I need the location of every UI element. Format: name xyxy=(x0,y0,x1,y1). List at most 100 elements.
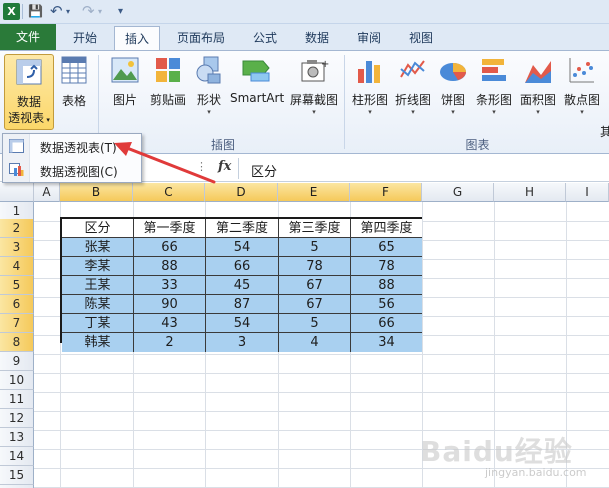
row-header[interactable]: 7 xyxy=(0,314,34,333)
scatter-chart-button[interactable]: 散点图 ▾ xyxy=(560,55,604,116)
bar-chart-label: 条形图 xyxy=(475,93,512,107)
row-header[interactable]: 4 xyxy=(0,257,34,276)
tab-formulas[interactable]: 公式 xyxy=(242,26,288,50)
table-cell[interactable]: 34 xyxy=(351,333,422,352)
table-cell[interactable]: 43 xyxy=(134,314,206,333)
pivot-table-icon xyxy=(16,59,42,85)
column-header-h[interactable]: H xyxy=(494,183,566,202)
table-cell[interactable]: 88 xyxy=(134,257,206,276)
data-table[interactable]: 区分 第一季度 第二季度 第三季度 第四季度 张某 66 54 5 65 李某 88 66 78 78 王某 3… xyxy=(60,217,422,352)
tab-view[interactable]: 视图 xyxy=(398,26,444,50)
column-header-g[interactable]: G xyxy=(422,183,494,202)
table-cell[interactable]: 78 xyxy=(279,257,351,276)
shapes-button[interactable]: 形状 ▾ xyxy=(192,55,226,116)
table-header-cell[interactable]: 第三季度 xyxy=(279,219,351,238)
pivot-table-small-icon xyxy=(9,139,24,153)
row-header[interactable]: 8 xyxy=(0,333,34,352)
column-header-f[interactable]: F xyxy=(350,183,422,202)
table-icon xyxy=(61,56,87,84)
pivot-chart-small-icon xyxy=(9,163,24,176)
formula-input[interactable]: 区分 xyxy=(238,158,606,180)
table-header-cell[interactable]: 区分 xyxy=(62,219,134,238)
save-icon[interactable]: 💾 xyxy=(28,3,43,20)
table-header-cell[interactable]: 第四季度 xyxy=(351,219,422,238)
column-header-i[interactable]: I xyxy=(566,183,609,202)
undo-dropdown-icon[interactable]: ▾ xyxy=(66,3,70,20)
table-cell[interactable]: 66 xyxy=(351,314,422,333)
row-header[interactable]: 5 xyxy=(0,276,34,295)
row-header[interactable]: 10 xyxy=(0,371,34,390)
column-chart-button[interactable]: 柱形图 ▾ xyxy=(348,55,392,116)
table-cell[interactable]: 33 xyxy=(134,276,206,295)
row-header[interactable]: 14 xyxy=(0,447,34,466)
pivot-table-button[interactable]: 数据 透视表 ▾ xyxy=(4,54,54,130)
undo-icon[interactable]: ↶ xyxy=(50,3,63,20)
clipart-button[interactable]: 剪贴画 xyxy=(146,55,190,108)
bar-chart-button[interactable]: 条形图 ▾ xyxy=(472,55,516,116)
menu-item-pivot-table-label: 数据透视表(T) xyxy=(40,141,117,155)
table-cell[interactable]: 56 xyxy=(351,295,422,314)
table-header-cell[interactable]: 第二季度 xyxy=(206,219,279,238)
table-cell[interactable]: 3 xyxy=(206,333,279,352)
table-cell[interactable]: 87 xyxy=(206,295,279,314)
table-cell[interactable]: 丁某 xyxy=(62,314,134,333)
table-button[interactable]: 表格 xyxy=(56,55,92,109)
table-cell[interactable]: 54 xyxy=(206,238,279,257)
tab-review[interactable]: 审阅 xyxy=(346,26,392,50)
table-cell[interactable]: 78 xyxy=(351,257,422,276)
table-cell[interactable]: 4 xyxy=(279,333,351,352)
line-chart-button[interactable]: 折线图 ▾ xyxy=(392,55,434,116)
column-header-e[interactable]: E xyxy=(278,183,350,202)
pivot-table-label-2: 透视表 ▾ xyxy=(8,111,50,125)
table-cell[interactable]: 66 xyxy=(134,238,206,257)
picture-button[interactable]: 图片 xyxy=(106,55,144,108)
shapes-dropdown-icon: ▾ xyxy=(207,108,211,116)
table-cell[interactable]: 67 xyxy=(279,295,351,314)
area-chart-button[interactable]: 面积图 ▾ xyxy=(516,55,560,116)
table-cell[interactable]: 45 xyxy=(206,276,279,295)
picture-icon xyxy=(111,57,139,83)
table-cell[interactable]: 54 xyxy=(206,314,279,333)
table-cell[interactable]: 65 xyxy=(351,238,422,257)
row-header[interactable]: 6 xyxy=(0,295,34,314)
smartart-button[interactable]: SmartArt xyxy=(230,55,284,105)
tab-data[interactable]: 数据 xyxy=(294,26,340,50)
table-cell[interactable]: 5 xyxy=(279,238,351,257)
tab-home[interactable]: 开始 xyxy=(60,26,110,50)
customize-qat-icon[interactable]: ▾ xyxy=(118,3,123,20)
area-chart-label: 面积图 xyxy=(519,93,556,107)
tab-insert[interactable]: 插入 xyxy=(114,26,160,50)
table-cell[interactable]: 韩某 xyxy=(62,333,134,352)
tab-page-layout[interactable]: 页面布局 xyxy=(166,26,236,50)
table-header-cell[interactable]: 第一季度 xyxy=(134,219,206,238)
row-header[interactable]: 11 xyxy=(0,390,34,409)
table-cell[interactable]: 李某 xyxy=(62,257,134,276)
insert-function-icon[interactable]: fx xyxy=(218,159,231,174)
row-header[interactable]: 12 xyxy=(0,409,34,428)
watermark-url: jingyan.baidu.com xyxy=(485,466,587,479)
row-header[interactable]: 3 xyxy=(0,238,34,257)
table-cell[interactable]: 90 xyxy=(134,295,206,314)
column-header-a[interactable]: A xyxy=(34,183,60,202)
table-cell[interactable]: 67 xyxy=(279,276,351,295)
row-header[interactable]: 9 xyxy=(0,352,34,371)
smartart-icon xyxy=(242,60,270,82)
row-header[interactable]: 2 xyxy=(0,219,34,238)
table-cell[interactable]: 王某 xyxy=(62,276,134,295)
row-header[interactable]: 13 xyxy=(0,428,34,447)
excel-logo-icon[interactable]: X xyxy=(3,3,20,20)
row-header[interactable]: 15 xyxy=(0,466,34,485)
table-cell[interactable]: 张某 xyxy=(62,238,134,257)
screenshot-button[interactable]: + 屏幕截图 ▾ xyxy=(286,55,342,116)
redo-icon[interactable]: ↷ xyxy=(82,3,95,20)
table-cell[interactable]: 66 xyxy=(206,257,279,276)
table-cell[interactable]: 5 xyxy=(279,314,351,333)
select-all-corner[interactable] xyxy=(0,183,34,202)
pie-chart-button[interactable]: 饼图 ▾ xyxy=(436,55,470,116)
table-cell[interactable]: 陈某 xyxy=(62,295,134,314)
table-cell[interactable]: 2 xyxy=(134,333,206,352)
table-label: 表格 xyxy=(61,94,86,108)
tab-file[interactable]: 文件 xyxy=(0,24,56,50)
table-cell[interactable]: 88 xyxy=(351,276,422,295)
redo-dropdown-icon[interactable]: ▾ xyxy=(98,3,102,20)
